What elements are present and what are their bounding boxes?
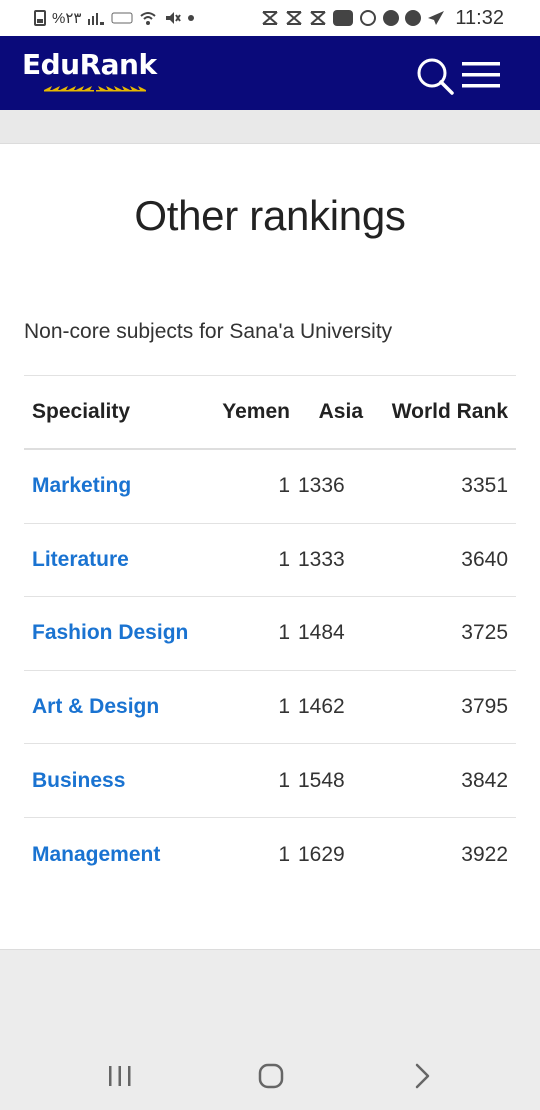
facebook-icon bbox=[383, 10, 400, 26]
youtube-icon bbox=[333, 10, 354, 26]
clock: 11:32 bbox=[455, 6, 504, 29]
world-rank: 3795 bbox=[461, 695, 508, 719]
yemen-rank: 1 bbox=[278, 621, 290, 645]
page-title: Other rankings bbox=[134, 192, 406, 239]
table-row: Art & Design 1 1462 3795 bbox=[24, 671, 516, 745]
volte-icon bbox=[111, 11, 133, 25]
world-rank: 3640 bbox=[461, 547, 508, 571]
home-icon[interactable] bbox=[251, 1060, 291, 1092]
search-icon[interactable] bbox=[415, 56, 455, 96]
battery-percent: %٢٣ bbox=[52, 10, 82, 27]
notification-x-icon bbox=[285, 10, 303, 26]
yemen-rank: 1 bbox=[278, 474, 290, 498]
asia-rank: 1333 bbox=[298, 547, 345, 571]
table-row: Literature 1 1333 3640 bbox=[24, 524, 516, 598]
messenger-icon bbox=[405, 10, 422, 26]
dot-icon bbox=[187, 14, 195, 22]
yemen-rank: 1 bbox=[278, 842, 290, 866]
world-rank: 3351 bbox=[461, 474, 508, 498]
table-row: Fashion Design 1 1484 3725 bbox=[24, 597, 516, 671]
speciality-link[interactable]: Literature bbox=[24, 548, 209, 572]
table-row: Marketing 1 1336 3351 bbox=[24, 450, 516, 524]
yemen-rank: 1 bbox=[278, 695, 290, 719]
header-asia: Asia bbox=[318, 400, 363, 423]
header-yemen: Yemen bbox=[222, 400, 290, 423]
back-chevron-icon[interactable] bbox=[403, 1060, 443, 1092]
header-speciality: Speciality bbox=[32, 400, 131, 423]
table-row: Business 1 1548 3842 bbox=[24, 744, 516, 818]
signal-icon bbox=[87, 11, 105, 25]
speciality-link[interactable]: Marketing bbox=[24, 474, 209, 498]
rankings-card: Other rankings Non-core subjects for San… bbox=[0, 144, 540, 950]
yemen-rank: 1 bbox=[278, 768, 290, 792]
asia-rank: 1336 bbox=[298, 474, 345, 498]
table-header: Speciality Yemen Asia World Rank bbox=[24, 376, 516, 450]
speciality-link[interactable]: Business bbox=[24, 769, 209, 793]
table-row: Management 1 1629 3922 bbox=[24, 818, 516, 892]
speciality-link[interactable]: Art & Design bbox=[24, 695, 209, 719]
rankings-table: Speciality Yemen Asia World Rank Marketi… bbox=[24, 375, 516, 892]
asia-rank: 1548 bbox=[298, 768, 345, 792]
asia-rank: 1462 bbox=[298, 695, 345, 719]
logo-wreath-icon bbox=[44, 86, 146, 92]
card-subtitle: Non-core subjects for Sana'a University bbox=[24, 320, 393, 343]
wifi-icon bbox=[139, 9, 157, 27]
header-world-rank: World Rank bbox=[391, 400, 508, 423]
speciality-link[interactable]: Fashion Design bbox=[24, 621, 209, 645]
status-left: %٢٣ bbox=[34, 9, 195, 27]
site-header: EduRank bbox=[0, 36, 540, 110]
asia-rank: 1629 bbox=[298, 842, 345, 866]
recent-apps-icon[interactable] bbox=[100, 1060, 140, 1092]
whatsapp-icon bbox=[359, 9, 377, 27]
notification-x-icon bbox=[309, 10, 327, 26]
world-rank: 3725 bbox=[461, 621, 508, 645]
status-bar: %٢٣ 11:32 bbox=[0, 0, 540, 36]
world-rank: 3842 bbox=[461, 768, 508, 792]
status-right: 11:32 bbox=[261, 7, 504, 30]
system-nav-bar bbox=[0, 1040, 540, 1110]
hamburger-menu-icon[interactable] bbox=[462, 60, 500, 90]
top-band bbox=[0, 110, 540, 144]
notification-x-icon bbox=[261, 10, 279, 26]
mute-icon bbox=[163, 9, 182, 27]
world-rank: 3922 bbox=[461, 842, 508, 866]
logo[interactable]: EduRank bbox=[22, 48, 157, 81]
battery-icon bbox=[34, 10, 46, 26]
speciality-link[interactable]: Management bbox=[24, 843, 209, 867]
telegram-icon bbox=[427, 10, 445, 26]
yemen-rank: 1 bbox=[278, 547, 290, 571]
asia-rank: 1484 bbox=[298, 621, 345, 645]
table-body: Marketing 1 1336 3351 Literature 1 1333 … bbox=[24, 450, 516, 892]
